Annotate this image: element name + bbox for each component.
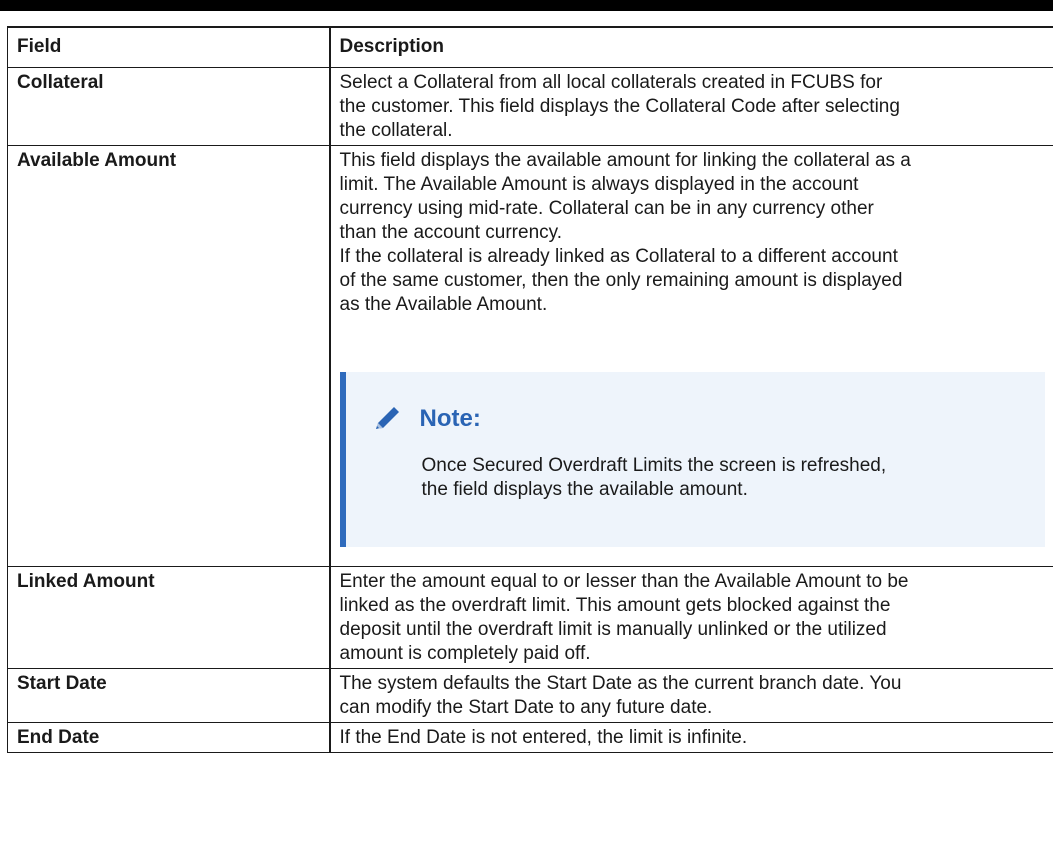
table-row-available-amount: Available Amount This field displays the… xyxy=(7,145,1053,567)
header-field: Field xyxy=(7,26,331,68)
description-line: If the collateral is already linked as C… xyxy=(339,246,898,267)
field-name: Linked Amount xyxy=(7,566,331,669)
description-line: linked as the overdraft limit. This amou… xyxy=(339,595,891,616)
field-description: If the End Date is not entered, the limi… xyxy=(329,722,1053,753)
table-row-end-date: End Date If the End Date is not entered,… xyxy=(7,722,1053,753)
field-name: Start Date xyxy=(7,668,331,723)
note-line: the field displays the available amount. xyxy=(421,479,748,500)
description-line: limit. The Available Amount is always di… xyxy=(339,174,859,195)
description-line: of the same customer, then the only rema… xyxy=(339,270,903,291)
description-line: This field displays the available amount… xyxy=(339,150,911,171)
table-header-row: Field Description xyxy=(7,26,1053,68)
description-line: deposit until the overdraft limit is man… xyxy=(339,619,887,640)
field-name: Collateral xyxy=(7,67,331,146)
description-line: than the account currency. xyxy=(339,222,563,243)
field-description: Enter the amount equal to or lesser than… xyxy=(329,566,1053,669)
description-line: The system defaults the Start Date as th… xyxy=(339,673,902,694)
note-title: Note: xyxy=(419,405,481,432)
note-callout: Note: Once Secured Overdraft Limits the … xyxy=(339,372,1045,547)
note-body: Once Secured Overdraft Limits the screen… xyxy=(422,454,1036,502)
description-line: amount is completely paid off. xyxy=(339,643,591,664)
field-description: Select a Collateral from all local colla… xyxy=(329,67,1053,146)
description-line: Select a Collateral from all local colla… xyxy=(339,72,883,93)
document-page: Field Description Collateral Select a Co… xyxy=(0,0,1053,848)
field-name: Available Amount xyxy=(7,145,331,567)
pencil-icon xyxy=(375,407,399,429)
field-description-table: Field Description Collateral Select a Co… xyxy=(7,26,1053,753)
header-description: Description xyxy=(329,26,1053,68)
field-description: This field displays the available amount… xyxy=(329,145,1053,567)
description-line: as the Available Amount. xyxy=(339,294,548,315)
description-line: can modify the Start Date to any future … xyxy=(339,697,713,718)
note-header: Note: xyxy=(372,404,1036,434)
description-line: the customer. This field displays the Co… xyxy=(339,96,900,117)
note-line: Once Secured Overdraft Limits the screen… xyxy=(421,455,887,476)
description-line: currency using mid-rate. Collateral can … xyxy=(339,198,874,219)
table-row-linked-amount: Linked Amount Enter the amount equal to … xyxy=(7,566,1053,669)
table-row-collateral: Collateral Select a Collateral from all … xyxy=(7,67,1053,146)
description-line: Enter the amount equal to or lesser than… xyxy=(339,571,909,592)
table-row-start-date: Start Date The system defaults the Start… xyxy=(7,668,1053,723)
description-line: the collateral. xyxy=(339,120,453,141)
field-description: The system defaults the Start Date as th… xyxy=(329,668,1053,723)
field-name: End Date xyxy=(7,722,331,753)
description-line: If the End Date is not entered, the limi… xyxy=(339,727,748,748)
top-rule xyxy=(0,0,1053,11)
